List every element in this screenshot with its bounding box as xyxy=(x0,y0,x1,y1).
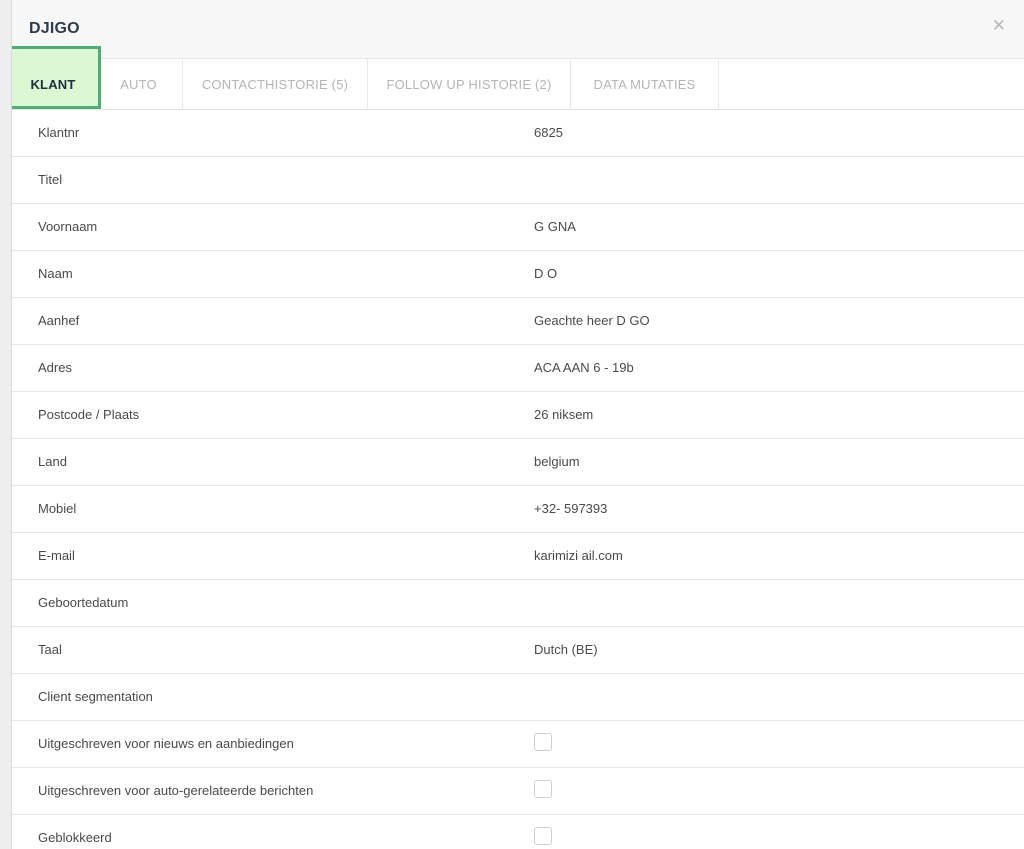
field-row-naam: Naam D O xyxy=(12,251,1024,298)
tab-label: CONTACTHISTORIE (5) xyxy=(201,76,349,92)
tab-auto[interactable]: AUTO xyxy=(95,59,183,109)
field-value: 6825 xyxy=(534,125,563,140)
tab-label: AUTO xyxy=(120,76,157,92)
tab-follow-up-historie[interactable]: FOLLOW UP HISTORIE (2) xyxy=(368,59,571,109)
blocked-checkbox[interactable] xyxy=(534,827,552,845)
field-value: 26 niksem xyxy=(534,407,594,422)
page-backdrop xyxy=(0,0,11,849)
field-row-geboortedatum: Geboortedatum xyxy=(12,580,1024,627)
unsubscribe-car-messages-checkbox[interactable] xyxy=(534,780,552,798)
client-fields-table: Klantnr 6825 Titel Voornaam G GNA Naam D… xyxy=(12,110,1024,849)
field-label: Land xyxy=(38,454,67,469)
field-label: E-mail xyxy=(38,548,75,563)
close-icon[interactable]: ✕ xyxy=(992,16,1006,36)
modal-header: DJIGO ✕ xyxy=(12,0,1024,59)
field-value: +32- 597393 xyxy=(534,501,608,516)
field-row-land: Land belgium xyxy=(12,439,1024,486)
field-value: Geachte heer D GO xyxy=(534,313,650,328)
field-label: Geboortedatum xyxy=(38,595,129,610)
field-value: G GNA xyxy=(534,219,576,234)
field-row-mobiel: Mobiel +32- 597393 xyxy=(12,486,1024,533)
tab-data-mutaties[interactable]: DATA MUTATIES xyxy=(571,59,719,109)
tab-contacthistorie[interactable]: CONTACTHISTORIE (5) xyxy=(183,59,368,109)
field-label: Klantnr xyxy=(38,125,80,140)
field-row-uitgeschreven-nieuws: Uitgeschreven voor nieuws en aanbiedinge… xyxy=(12,721,1024,768)
tab-label: KLANT xyxy=(30,76,76,92)
field-label: Voornaam xyxy=(38,219,98,234)
field-label: Uitgeschreven voor nieuws en aanbiedinge… xyxy=(38,736,294,751)
tab-klant[interactable]: KLANT xyxy=(12,46,101,109)
field-label: Postcode / Plaats xyxy=(38,407,140,422)
field-label: Naam xyxy=(38,266,73,281)
field-label: Mobiel xyxy=(38,501,77,516)
tab-bar: KLANT AUTO CONTACTHISTORIE (5) FOLLOW UP… xyxy=(12,46,1024,110)
modal-title: DJIGO xyxy=(29,20,80,37)
field-value: D O xyxy=(534,266,558,281)
field-row-postcode-plaats: Postcode / Plaats 26 niksem xyxy=(12,392,1024,439)
field-row-voornaam: Voornaam G GNA xyxy=(12,204,1024,251)
field-row-client-segmentation: Client segmentation xyxy=(12,674,1024,721)
field-row-titel: Titel xyxy=(12,157,1024,204)
field-row-geblokkeerd: Geblokkeerd xyxy=(12,815,1024,849)
field-row-adres: Adres ACA AAN 6 - 19b xyxy=(12,345,1024,392)
field-label: Aanhef xyxy=(38,313,80,328)
field-label: Titel xyxy=(38,172,63,187)
field-value: belgium xyxy=(534,454,580,469)
tab-label: DATA MUTATIES xyxy=(593,76,696,92)
field-row-aanhef: Aanhef Geachte heer D GO xyxy=(12,298,1024,345)
field-value: ACA AAN 6 - 19b xyxy=(534,360,634,375)
client-detail-modal: DJIGO ✕ KLANT AUTO CONTACTHISTORIE (5) F… xyxy=(11,0,1024,849)
field-label: Adres xyxy=(38,360,72,375)
field-value: karimizi ail.com xyxy=(534,548,623,563)
field-row-taal: Taal Dutch (BE) xyxy=(12,627,1024,674)
field-label: Taal xyxy=(38,642,62,657)
tab-label: FOLLOW UP HISTORIE (2) xyxy=(386,76,552,92)
field-label: Uitgeschreven voor auto-gerelateerde ber… xyxy=(38,783,314,798)
field-row-uitgeschreven-auto: Uitgeschreven voor auto-gerelateerde ber… xyxy=(12,768,1024,815)
field-value: Dutch (BE) xyxy=(534,642,598,657)
field-row-email: E-mail karimizi ail.com xyxy=(12,533,1024,580)
field-label: Geblokkeerd xyxy=(38,830,112,845)
field-row-klantnr: Klantnr 6825 xyxy=(12,110,1024,157)
field-label: Client segmentation xyxy=(38,689,153,704)
unsubscribe-news-checkbox[interactable] xyxy=(534,733,552,751)
